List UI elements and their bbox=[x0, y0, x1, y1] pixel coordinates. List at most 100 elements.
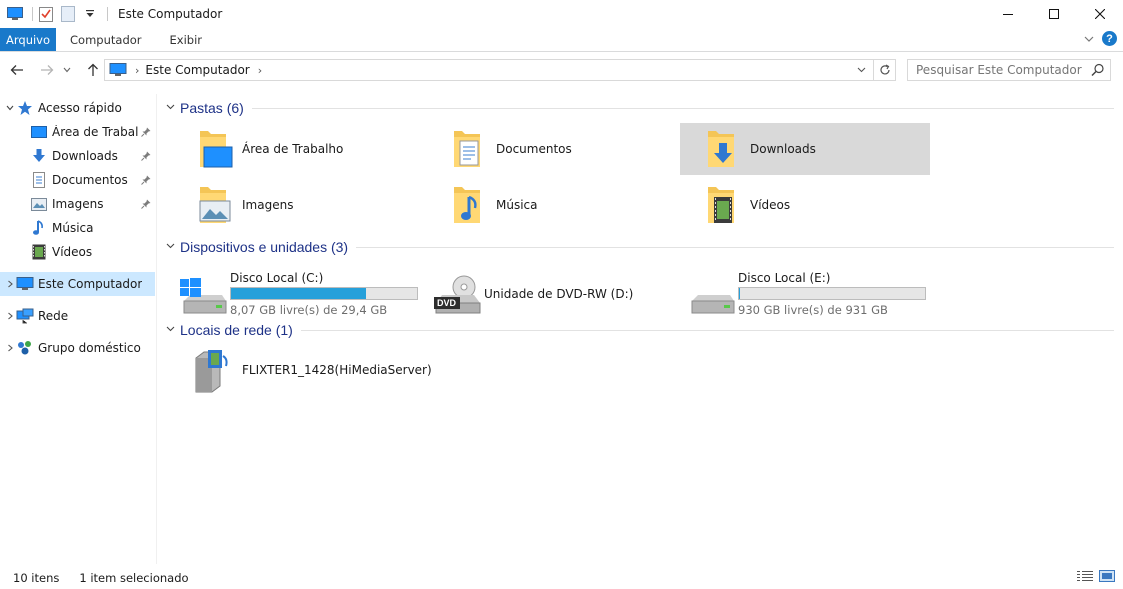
music-icon bbox=[30, 220, 48, 236]
chevron-right-icon[interactable] bbox=[6, 344, 16, 352]
content-pane: Pastas (6) Área de Trabalho Documentos D… bbox=[160, 94, 1123, 564]
address-history-button[interactable] bbox=[851, 60, 871, 80]
media-server-icon bbox=[186, 346, 234, 394]
folder-tile-videos[interactable]: Vídeos bbox=[680, 179, 930, 231]
folder-tile-documentos[interactable]: Documentos bbox=[426, 123, 676, 175]
breadcrumb-item[interactable]: Este Computador bbox=[145, 63, 249, 77]
pin-icon[interactable] bbox=[141, 198, 151, 212]
selection-count: 1 item selecionado bbox=[79, 570, 189, 585]
expand-ribbon-icon[interactable] bbox=[1084, 35, 1094, 43]
network-location-tile[interactable]: FLIXTER1_1428(HiMediaServer) bbox=[172, 344, 432, 396]
properties-icon[interactable] bbox=[37, 5, 55, 23]
sidebar-item-rede[interactable]: Rede bbox=[0, 304, 155, 328]
refresh-button[interactable] bbox=[873, 60, 895, 80]
search-icon[interactable] bbox=[1091, 63, 1105, 80]
breadcrumb-chevron-icon[interactable]: › bbox=[135, 64, 139, 77]
sidebar-item-label: Vídeos bbox=[52, 245, 93, 259]
sidebar-item-label: Imagens bbox=[52, 197, 104, 211]
chevron-right-icon[interactable] bbox=[6, 280, 16, 288]
folder-label: Imagens bbox=[242, 198, 294, 212]
refresh-icon bbox=[879, 64, 890, 75]
close-button[interactable] bbox=[1077, 0, 1123, 28]
sidebar-item-este-computador[interactable]: Este Computador bbox=[0, 272, 155, 296]
documents-folder-icon bbox=[440, 125, 488, 173]
folder-tile-downloads[interactable]: Downloads bbox=[680, 123, 930, 175]
help-button[interactable]: ? bbox=[1102, 31, 1117, 46]
new-folder-icon[interactable] bbox=[59, 5, 77, 23]
search-input[interactable] bbox=[916, 63, 1091, 77]
minimize-icon bbox=[1003, 14, 1013, 15]
sidebar-item-label: Este Computador bbox=[38, 277, 143, 291]
group-title: Locais de rede (1) bbox=[180, 322, 293, 338]
folder-label: Downloads bbox=[750, 142, 816, 156]
drive-usage-fill bbox=[231, 288, 367, 299]
separator bbox=[107, 7, 108, 21]
videos-folder-icon bbox=[694, 181, 742, 229]
drive-free-space: 8,07 GB livre(s) de 29,4 GB bbox=[230, 303, 388, 317]
folder-tile-area-de-trabalho[interactable]: Área de Trabalho bbox=[172, 123, 422, 175]
forward-button[interactable] bbox=[36, 58, 58, 82]
search-box[interactable] bbox=[907, 59, 1111, 81]
navigation-bar: › Este Computador › bbox=[0, 52, 1123, 88]
arrow-left-icon bbox=[10, 65, 23, 75]
divider bbox=[300, 329, 1114, 331]
folder-label: Área de Trabalho bbox=[242, 142, 344, 156]
group-title: Dispositivos e unidades (3) bbox=[180, 239, 349, 255]
sidebar-item-label: Documentos bbox=[52, 173, 128, 187]
video-icon bbox=[30, 244, 48, 260]
status-bar: 10 itens 1 item selecionado bbox=[0, 566, 1123, 589]
sidebar-item-videos[interactable]: Vídeos bbox=[0, 240, 155, 264]
large-icons-view-icon[interactable] bbox=[1099, 570, 1115, 585]
title-bar: Este Computador bbox=[0, 0, 1123, 28]
sidebar-item-documentos[interactable]: Documentos bbox=[0, 168, 155, 192]
sidebar-item-downloads[interactable]: Downloads bbox=[0, 144, 155, 168]
windows-drive-icon bbox=[180, 275, 228, 315]
computer-icon[interactable] bbox=[6, 5, 24, 23]
tab-exibir[interactable]: Exibir bbox=[156, 28, 217, 51]
minimize-button[interactable] bbox=[985, 0, 1031, 28]
drive-tile-c[interactable]: Disco Local (C:) 8,07 GB livre(s) de 29,… bbox=[160, 267, 420, 317]
sidebar-item-grupo-domestico[interactable]: Grupo doméstico bbox=[0, 336, 155, 360]
tab-computador[interactable]: Computador bbox=[56, 28, 155, 51]
breadcrumb-chevron-icon[interactable]: › bbox=[258, 64, 262, 77]
chevron-right-icon[interactable] bbox=[6, 312, 16, 320]
divider bbox=[251, 107, 1114, 109]
address-bar[interactable]: › Este Computador › bbox=[104, 59, 896, 81]
back-button[interactable] bbox=[6, 58, 28, 82]
sidebar-item-acesso-rapido[interactable]: Acesso rápido bbox=[0, 96, 155, 120]
sidebar-item-area-de-trabalho[interactable]: Área de Trabalho bbox=[0, 120, 155, 144]
chevron-down-icon[interactable] bbox=[166, 103, 180, 113]
drive-tile-e[interactable]: Disco Local (E:) 930 GB livre(s) de 931 … bbox=[668, 267, 928, 317]
customize-toolbar-icon[interactable] bbox=[81, 5, 99, 23]
folder-tile-imagens[interactable]: Imagens bbox=[172, 179, 422, 231]
sidebar-item-imagens[interactable]: Imagens bbox=[0, 192, 155, 216]
folder-tile-musica[interactable]: Música bbox=[426, 179, 676, 231]
quick-access-toolbar bbox=[0, 0, 112, 28]
desktop-icon bbox=[30, 124, 48, 140]
desktop-folder-icon bbox=[186, 125, 234, 173]
group-title: Pastas (6) bbox=[180, 100, 244, 116]
chevron-down-icon[interactable] bbox=[166, 325, 180, 335]
document-icon bbox=[30, 172, 48, 188]
network-icon bbox=[16, 308, 34, 324]
sidebar-item-label: Acesso rápido bbox=[38, 101, 122, 115]
pin-icon[interactable] bbox=[141, 174, 151, 188]
sidebar-item-label: Rede bbox=[38, 309, 69, 323]
group-header-locais-de-rede[interactable]: Locais de rede (1) bbox=[166, 320, 1114, 340]
details-view-icon[interactable] bbox=[1077, 570, 1093, 585]
chevron-down-icon[interactable] bbox=[166, 242, 180, 252]
sidebar-item-musica[interactable]: Música bbox=[0, 216, 155, 240]
up-button[interactable] bbox=[82, 58, 104, 82]
pin-icon[interactable] bbox=[141, 150, 151, 164]
group-header-pastas[interactable]: Pastas (6) bbox=[166, 98, 1114, 118]
maximize-button[interactable] bbox=[1031, 0, 1077, 28]
drive-tile-d[interactable]: DVD Unidade de DVD-RW (D:) bbox=[414, 267, 674, 317]
pin-icon[interactable] bbox=[141, 126, 151, 140]
group-header-dispositivos[interactable]: Dispositivos e unidades (3) bbox=[166, 237, 1114, 257]
item-count: 10 itens bbox=[13, 570, 60, 585]
recent-locations-button[interactable] bbox=[60, 58, 74, 82]
window-title: Este Computador bbox=[118, 7, 223, 21]
tab-arquivo[interactable]: Arquivo bbox=[0, 28, 57, 51]
drive-label: Disco Local (E:) bbox=[738, 271, 831, 285]
chevron-down-icon[interactable] bbox=[6, 104, 16, 112]
